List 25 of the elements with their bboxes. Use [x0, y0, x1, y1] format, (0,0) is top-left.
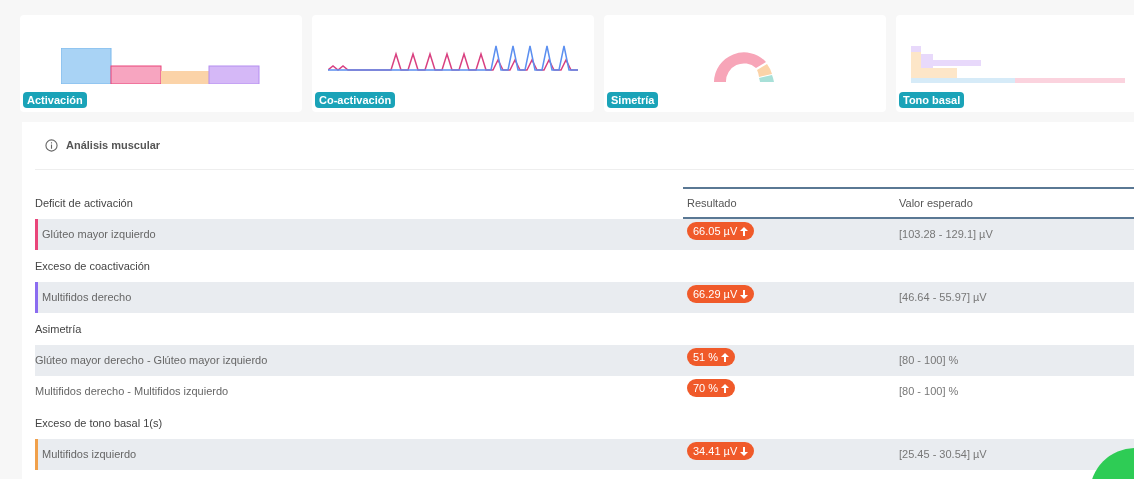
result-badge: 70 %: [687, 379, 736, 397]
expected-range: [46.64 - 55.97] µV: [899, 290, 987, 306]
chart-label: Simetría: [607, 92, 659, 108]
group-title: Deficit de activación: [35, 195, 133, 211]
muscle-name: Multifidos derecho: [42, 290, 132, 306]
chart-label: Co-activación: [315, 92, 396, 108]
chart-label: Tono basal: [899, 92, 965, 108]
expected-range: [25.45 - 30.54] µV: [899, 447, 987, 463]
group-title: Exceso de tono basal 1(s): [35, 415, 163, 431]
chart-label: Activación: [23, 92, 87, 108]
muscle-name: Glúteo mayor derecho - Glúteo mayor izquierdo: [35, 353, 268, 369]
expected-range: [80 - 100] %: [899, 384, 959, 400]
expected-range: [80 - 100] %: [899, 353, 959, 369]
group-title: Exceso de coactivación: [35, 258, 150, 274]
panel-title: Análisis muscular: [66, 138, 161, 154]
group-title: Asimetría: [35, 321, 82, 337]
muscle-name: Multifidos izquierdo: [42, 447, 137, 463]
expected-range: [103.28 - 129.1] µV: [899, 227, 993, 243]
result-badge: 51 %: [687, 348, 736, 366]
result-badge: 66.05 µV: [687, 222, 755, 240]
muscle-name: Glúteo mayor izquierdo: [42, 227, 156, 243]
muscle-name: Multifidos derecho - Multifidos izquierdo: [35, 384, 229, 400]
info-icon: [45, 139, 58, 152]
result-badge: 34.41 µV: [687, 442, 755, 460]
result-badge: 66.29 µV: [687, 285, 755, 303]
